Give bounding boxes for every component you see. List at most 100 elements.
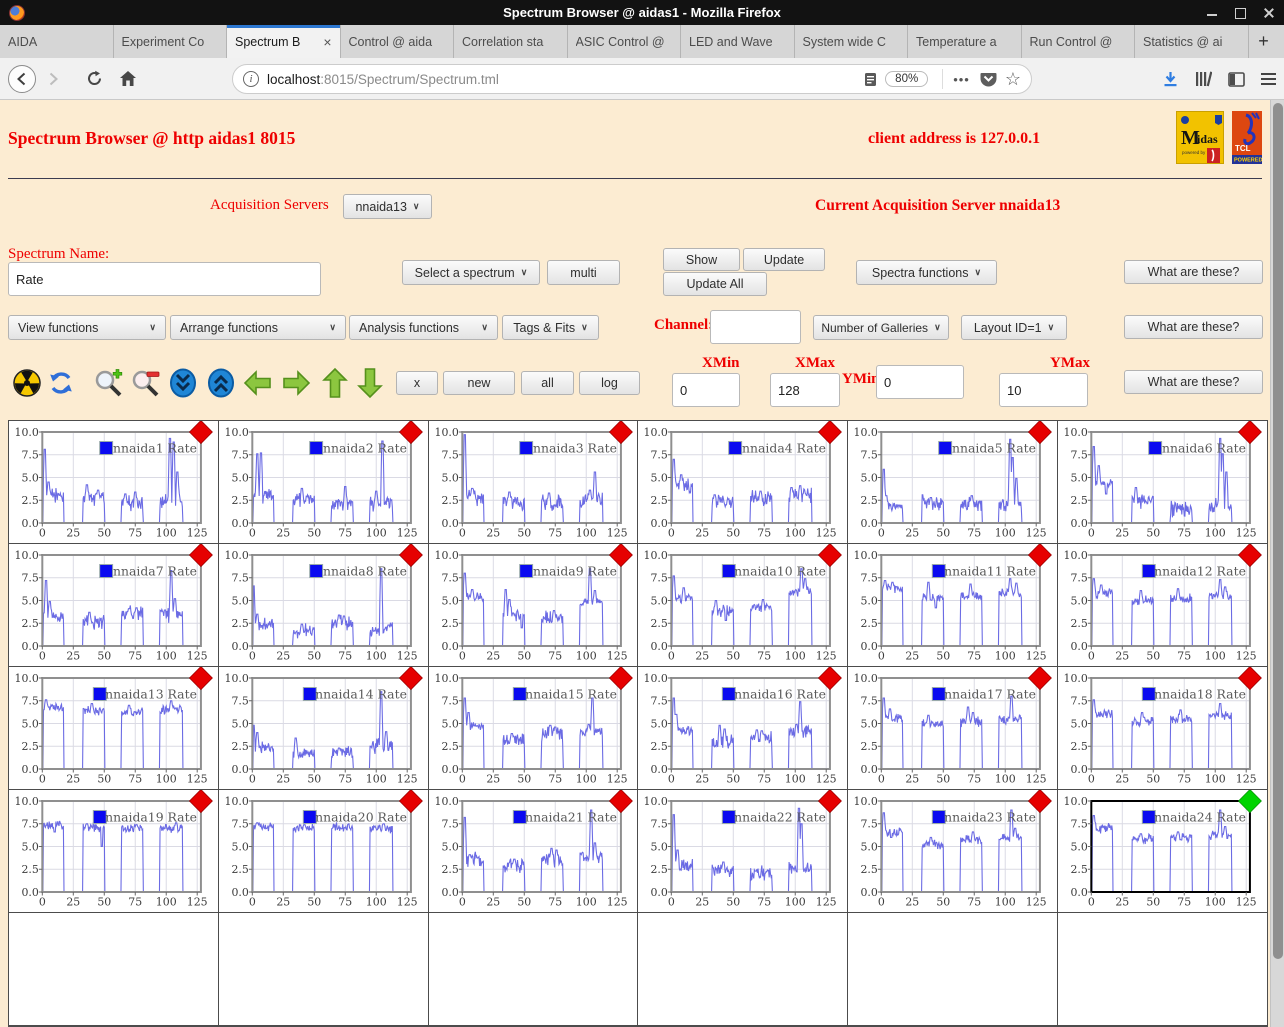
- svg-text:100: 100: [995, 895, 1016, 908]
- window-minimize-button[interactable]: [1207, 7, 1218, 18]
- back-button[interactable]: [8, 64, 36, 93]
- site-info-icon[interactable]: i: [243, 71, 259, 87]
- select-spectrum-dropdown[interactable]: Select a spectrum ∨: [402, 260, 540, 285]
- svg-text:25: 25: [1115, 526, 1129, 539]
- update-button[interactable]: Update: [743, 248, 825, 271]
- x-button[interactable]: x: [396, 371, 438, 395]
- spectrum-chart-14[interactable]: 0 25 50 75 100 125 0.0 2.5 5.0 7.5 10.0 nnaida14 Ra…: [218, 667, 428, 789]
- spectrum-chart-16[interactable]: 0 25 50 75 100 125 0.0 2.5 5.0 7.5 10.0 nnaida16 Ra…: [638, 667, 848, 789]
- page-scrollbar-thumb[interactable]: [1273, 103, 1283, 959]
- channel-input[interactable]: [710, 310, 801, 344]
- spectrum-chart-17[interactable]: 0 25 50 75 100 125 0.0 2.5 5.0 7.5 10.0 nnaida17 Ra…: [848, 667, 1058, 789]
- zoom-level-badge[interactable]: 80%: [885, 71, 929, 87]
- tab-control-aida[interactable]: Control @ aida: [340, 25, 454, 58]
- bookmark-star-icon[interactable]: ☆: [1005, 69, 1021, 90]
- number-of-galleries-dropdown[interactable]: Number of Galleries ∨: [813, 315, 949, 340]
- spectrum-chart-23[interactable]: 0 25 50 75 100 125 0.0 2.5 5.0 7.5 10.0 nnaida23 Ra…: [848, 790, 1058, 912]
- xmin-input[interactable]: [672, 373, 740, 407]
- what-are-these-button-3[interactable]: What are these?: [1124, 370, 1263, 394]
- spectrum-chart-2[interactable]: 0 25 50 75 100 125 0.0 2.5 5.0 7.5 10.0 nnaida2 Rat…: [218, 421, 428, 543]
- tab-statistics-ai[interactable]: Statistics @ ai: [1135, 25, 1249, 58]
- what-are-these-button-1[interactable]: What are these?: [1124, 260, 1263, 284]
- arrow-right-icon[interactable]: [281, 370, 311, 401]
- arrow-up-icon[interactable]: [322, 367, 348, 404]
- library-icon[interactable]: [1195, 71, 1212, 87]
- spectrum-chart-12[interactable]: 0 25 50 75 100 125 0.0 2.5 5.0 7.5 10.0 nnaida12 Ra…: [1058, 544, 1267, 666]
- tags-fits-dropdown[interactable]: Tags & Fits ∨: [502, 315, 599, 340]
- ymin-input[interactable]: [876, 365, 964, 399]
- spectrum-chart-22[interactable]: 0 25 50 75 100 125 0.0 2.5 5.0 7.5 10.0 nnaida22 Ra…: [638, 790, 848, 912]
- spectrum-chart-6[interactable]: 0 25 50 75 100 125 0.0 2.5 5.0 7.5 10.0 nnaida6 Rat…: [1058, 421, 1267, 543]
- spectrum-chart-18[interactable]: 0 25 50 75 100 125 0.0 2.5 5.0 7.5 10.0 nnaida18 Ra…: [1058, 667, 1267, 789]
- what-are-these-button-2[interactable]: What are these?: [1124, 315, 1263, 339]
- window-close-button[interactable]: [1263, 7, 1274, 18]
- tab-aida[interactable]: AIDA: [0, 25, 114, 58]
- layout-id-dropdown[interactable]: Layout ID=1 ∨: [961, 315, 1067, 340]
- spectrum-chart-15[interactable]: 0 25 50 75 100 125 0.0 2.5 5.0 7.5 10.0 nnaida15 Ra…: [428, 667, 638, 789]
- tab-correlation-sta[interactable]: Correlation sta: [454, 25, 568, 58]
- svg-text:5.0: 5.0: [861, 840, 878, 853]
- home-button[interactable]: [114, 65, 142, 93]
- pocket-icon[interactable]: [980, 71, 997, 87]
- show-button[interactable]: Show: [663, 248, 740, 271]
- spectrum-chart-1[interactable]: 0 25 50 75 100 125 0.0 2.5 5.0 7.5 10.0 nnaida1 Rat…: [9, 421, 218, 543]
- new-tab-button[interactable]: +: [1249, 25, 1279, 58]
- svg-text:125: 125: [397, 895, 418, 908]
- zoom-out-icon[interactable]: [130, 368, 162, 405]
- tab-system-wide-c[interactable]: System wide C: [794, 25, 908, 58]
- svg-text:0.0: 0.0: [21, 763, 38, 776]
- spectrum-chart-3[interactable]: 0 25 50 75 100 125 0.0 2.5 5.0 7.5 10.0 nnaida3 Rat…: [428, 421, 638, 543]
- page-scrollbar[interactable]: [1270, 100, 1284, 1027]
- spectrum-chart-7[interactable]: 0 25 50 75 100 125 0.0 2.5 5.0 7.5 10.0 nnaida7 Rat…: [9, 544, 218, 666]
- xmax-input[interactable]: [770, 373, 840, 407]
- page-actions-icon[interactable]: •••: [953, 72, 970, 87]
- spectrum-name-input[interactable]: [8, 262, 321, 296]
- acquisition-server-select[interactable]: nnaida13 ∨: [343, 194, 432, 219]
- spectrum-chart-21[interactable]: 0 25 50 75 100 125 0.0 2.5 5.0 7.5 10.0 nnaida21 Ra…: [428, 790, 638, 912]
- view-functions-dropdown[interactable]: View functions ∨: [8, 315, 166, 340]
- spectrum-chart-13[interactable]: 0 25 50 75 100 125 0.0 2.5 5.0 7.5 10.0 nnaida13 Ra…: [9, 667, 218, 789]
- spectrum-chart-11[interactable]: 0 25 50 75 100 125 0.0 2.5 5.0 7.5 10.0 nnaida11 Ra…: [848, 544, 1058, 666]
- spectrum-chart-8[interactable]: 0 25 50 75 100 125 0.0 2.5 5.0 7.5 10.0 nnaida8 Rat…: [218, 544, 428, 666]
- spectrum-chart-24[interactable]: 0 25 50 75 100 125 0.0 2.5 5.0 7.5 10.0 nnaida24 Ra…: [1058, 790, 1267, 912]
- ymax-input[interactable]: [999, 373, 1088, 407]
- log-button[interactable]: log: [579, 371, 640, 395]
- spectrum-chart-20[interactable]: 0 25 50 75 100 125 0.0 2.5 5.0 7.5 10.0 nnaida20 Ra…: [218, 790, 428, 912]
- download-icon[interactable]: [1162, 71, 1179, 88]
- spectrum-chart-9[interactable]: 0 25 50 75 100 125 0.0 2.5 5.0 7.5 10.0 nnaida9 Rat…: [428, 544, 638, 666]
- arrow-left-icon[interactable]: [243, 370, 273, 401]
- tab-experiment-co[interactable]: Experiment Co: [113, 25, 227, 58]
- tab-spectrum-b[interactable]: Spectrum B ×: [227, 25, 341, 58]
- arrow-down-icon[interactable]: [357, 367, 383, 404]
- refresh-icon[interactable]: [47, 369, 75, 402]
- scroll-up-icon[interactable]: [207, 368, 235, 403]
- forward-button[interactable]: [40, 66, 66, 92]
- multi-button[interactable]: multi: [547, 260, 620, 285]
- spectrum-chart-10[interactable]: 0 25 50 75 100 125 0.0 2.5 5.0 7.5 10.0 nnaida10 Ra…: [638, 544, 848, 666]
- window-maximize-button[interactable]: [1235, 7, 1246, 19]
- svg-text:7.5: 7.5: [441, 449, 458, 462]
- tab-temperature-a[interactable]: Temperature a: [908, 25, 1022, 58]
- spectrum-chart-19[interactable]: 0 25 50 75 100 125 0.0 2.5 5.0 7.5 10.0 nnaida19 Ra…: [9, 790, 218, 912]
- tab-run-control[interactable]: Run Control @: [1021, 25, 1135, 58]
- tab-led-and-wave[interactable]: LED and Wave: [681, 25, 795, 58]
- svg-text:100: 100: [575, 895, 596, 908]
- update-all-button[interactable]: Update All: [663, 272, 767, 296]
- all-button[interactable]: all: [521, 371, 574, 395]
- arrange-functions-dropdown[interactable]: Arrange functions ∨: [170, 315, 346, 340]
- scroll-down-icon[interactable]: [169, 368, 197, 403]
- tab-close-icon[interactable]: ×: [323, 35, 331, 49]
- spectrum-chart-4[interactable]: 0 25 50 75 100 125 0.0 2.5 5.0 7.5 10.0 nnaida4 Rat…: [638, 421, 848, 543]
- spectrum-chart-5[interactable]: 0 25 50 75 100 125 0.0 2.5 5.0 7.5 10.0 nnaida5 Rat…: [848, 421, 1058, 543]
- tab-asic-control[interactable]: ASIC Control @: [567, 25, 681, 58]
- spectra-functions-dropdown[interactable]: Spectra functions ∨: [856, 260, 997, 285]
- radiation-icon[interactable]: [12, 368, 42, 403]
- url-bar[interactable]: i localhost:8015/Spectrum/Spectrum.tml 8…: [232, 64, 1032, 94]
- sidebar-toggle-icon[interactable]: [1228, 71, 1245, 87]
- new-button[interactable]: new: [443, 371, 515, 395]
- reader-mode-icon[interactable]: [864, 72, 877, 87]
- zoom-in-icon[interactable]: [93, 368, 125, 405]
- analysis-functions-dropdown[interactable]: Analysis functions ∨: [349, 315, 498, 340]
- menu-hamburger-icon[interactable]: [1261, 73, 1276, 85]
- reload-button[interactable]: [80, 65, 108, 93]
